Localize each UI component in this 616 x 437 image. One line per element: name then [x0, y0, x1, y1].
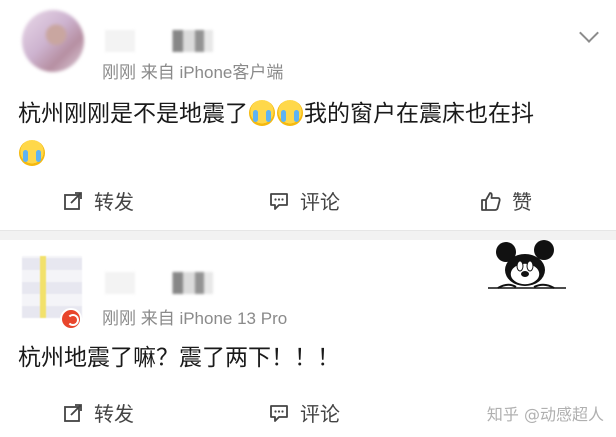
avatar[interactable] [22, 10, 84, 72]
watermark: 知乎 @动感超人 [486, 405, 604, 424]
repost-button[interactable]: 转发 [62, 186, 134, 215]
comment-icon [270, 192, 288, 210]
post-meta: 刚刚 来自 iPhone客户端 [102, 63, 284, 82]
like-label: 赞 [512, 190, 532, 214]
post-text-part-1: 杭州刚刚是不是地震了 [18, 101, 248, 127]
username-blurred[interactable] [105, 272, 255, 294]
comment-icon [270, 404, 288, 422]
share-icon [64, 191, 82, 210]
repost-label: 转发 [94, 190, 134, 214]
comment-label: 评论 [300, 402, 340, 426]
username-blurred[interactable] [105, 30, 255, 52]
post-text-part-2: 我的窗户在震床也在抖 [304, 101, 534, 127]
post-card-2: 刚刚 来自 iPhone 13 Pro 杭州地震了嘛？震了两下！！！ 转发 评论 [0, 240, 616, 437]
crying-face-emoji-icon [277, 100, 303, 126]
comment-label: 评论 [300, 190, 340, 214]
repost-button[interactable]: 转发 [62, 398, 134, 427]
comment-button[interactable]: 评论 [268, 398, 340, 427]
chevron-down-icon[interactable] [579, 23, 599, 43]
like-button[interactable]: 赞 [480, 186, 532, 215]
crying-face-emoji-icon [249, 100, 275, 126]
post-card-1: 刚刚 来自 iPhone客户端 杭州刚刚是不是地震了 我的窗户在震床也在抖 转发 … [0, 0, 616, 230]
verified-badge-icon [60, 308, 82, 330]
post-content: 杭州刚刚是不是地震了 我的窗户在震床也在抖 [18, 94, 598, 174]
repost-label: 转发 [94, 402, 134, 426]
post-meta: 刚刚 来自 iPhone 13 Pro [102, 309, 288, 328]
share-icon [64, 403, 82, 422]
action-bar: 转发 评论 赞 [0, 186, 616, 216]
mickey-mouse-sticker [488, 240, 566, 289]
comment-button[interactable]: 评论 [268, 186, 340, 215]
crying-face-emoji-icon [19, 140, 45, 166]
thumbs-up-icon [481, 191, 501, 211]
post-content: 杭州地震了嘛？震了两下！！！ [18, 345, 340, 371]
